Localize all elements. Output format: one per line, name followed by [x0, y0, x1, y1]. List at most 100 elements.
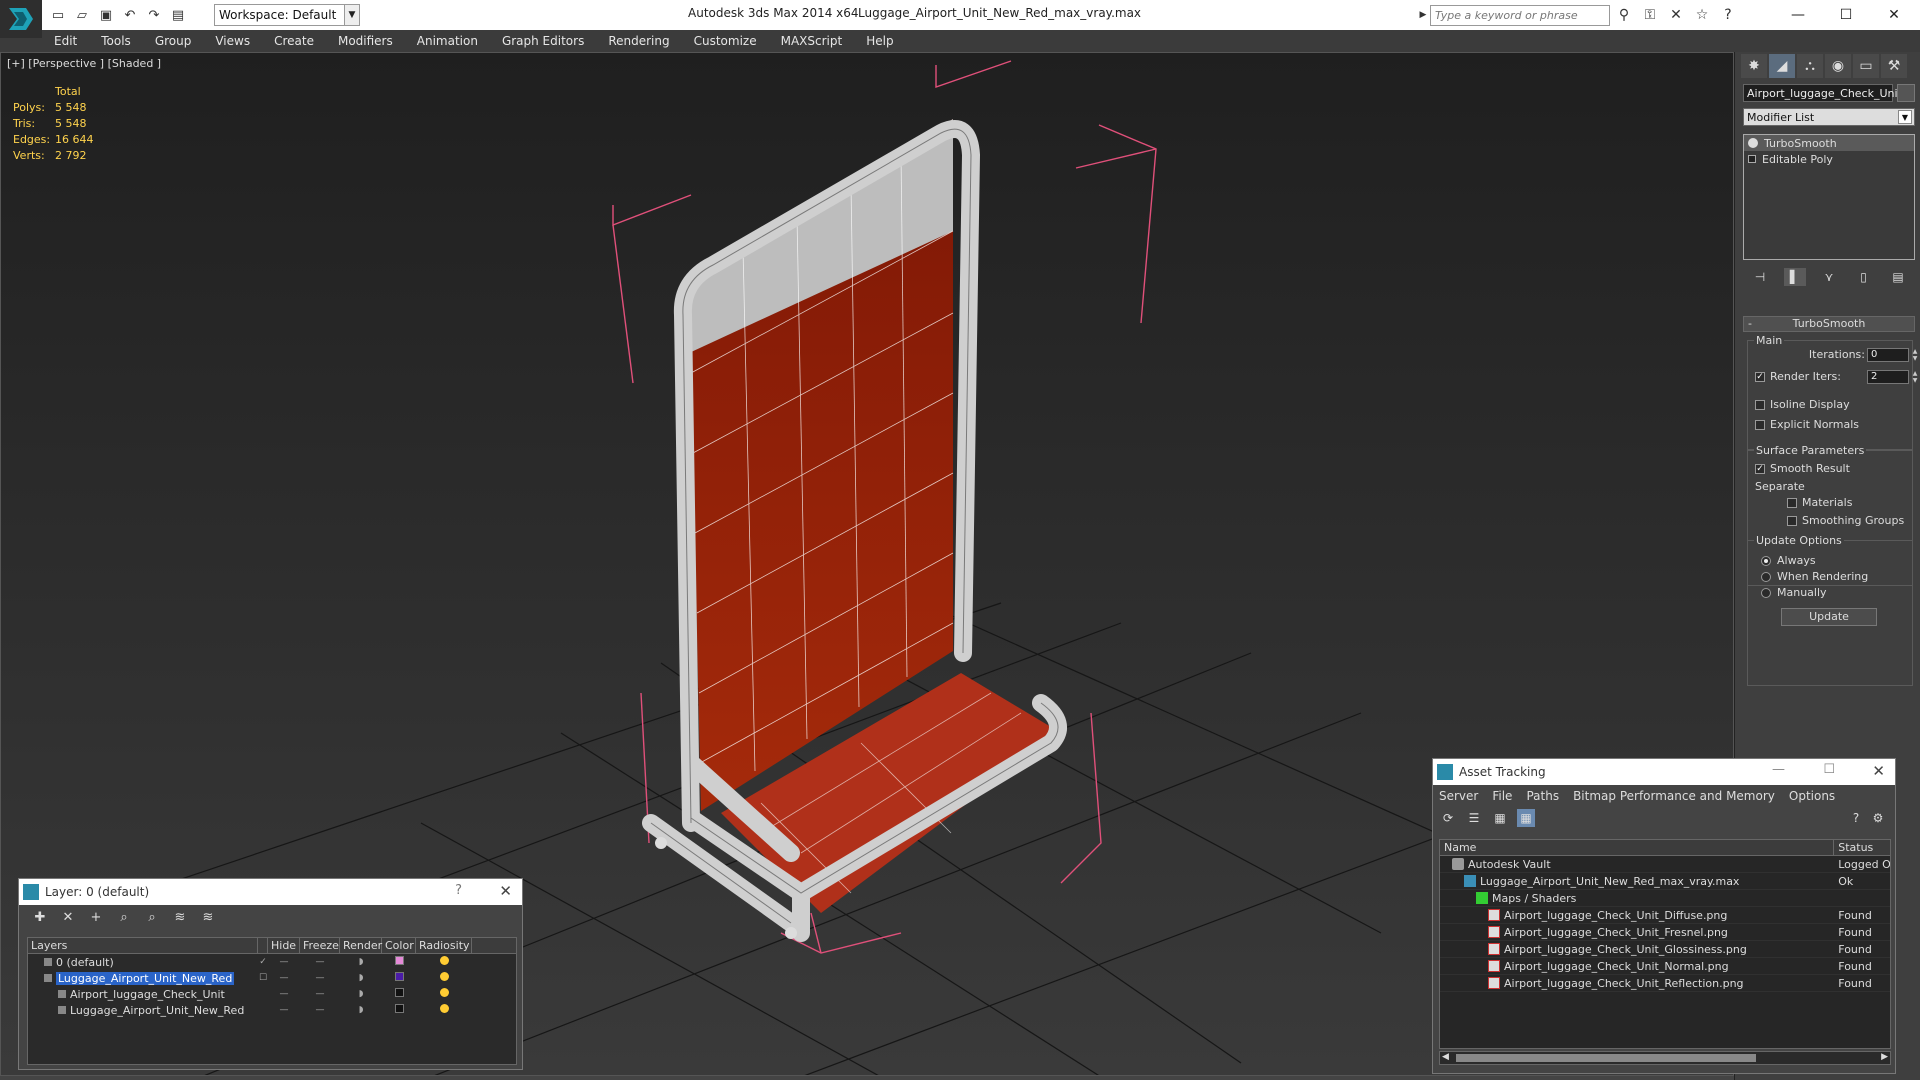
minimize-icon[interactable]: — [1774, 0, 1822, 30]
layer-row[interactable]: Luggage_Airport_Unit_New_Red — — ◗ [28, 1002, 516, 1018]
menu-item-group[interactable]: Group [143, 34, 204, 48]
expand-box-icon[interactable] [1748, 155, 1756, 163]
freeze-all-icon[interactable]: ≋ [199, 908, 217, 926]
column-header[interactable]: Radiosity [416, 938, 472, 953]
menu-item-rendering[interactable]: Rendering [596, 34, 681, 48]
render-teapot-icon[interactable]: ◗ [340, 973, 382, 983]
table-view-icon[interactable]: ▦ [1517, 809, 1535, 827]
display-tab-icon[interactable]: ▭ [1853, 54, 1879, 78]
layer-name-cell[interactable]: Airport_luggage_Check_Unit [28, 988, 258, 1001]
highlight-layer-icon[interactable]: ⌕ [143, 908, 161, 926]
modify-tab-icon[interactable]: ◢ [1769, 54, 1795, 78]
radiosity-bulb-icon[interactable] [416, 972, 472, 984]
asset-row[interactable]: Airport_luggage_Check_Unit_Diffuse.png Fo… [1440, 907, 1890, 924]
menu-item-edit[interactable]: Edit [42, 34, 89, 48]
binoculars-icon[interactable]: ⚲ [1614, 5, 1634, 25]
asset-row[interactable]: Airport_luggage_Check_Unit_Glossiness.pn… [1440, 941, 1890, 958]
asset-menu-item-file[interactable]: File [1492, 789, 1512, 803]
stack-item-editable-poly[interactable]: Editable Poly [1744, 151, 1914, 167]
render-iters-spinner[interactable]: 2 [1867, 370, 1909, 384]
subscription-icon[interactable]: ⚿ [1640, 5, 1660, 25]
open-file-icon[interactable]: ▱ [72, 5, 92, 25]
menu-item-maxscript[interactable]: MAXScript [769, 34, 855, 48]
menu-item-graph-editors[interactable]: Graph Editors [490, 34, 596, 48]
render-teapot-icon[interactable]: ◗ [340, 1005, 382, 1015]
update-rendering-radio[interactable] [1761, 571, 1771, 582]
maximize-icon[interactable]: ☐ [1822, 0, 1870, 30]
motion-tab-icon[interactable]: ◉ [1825, 54, 1851, 78]
menu-item-tools[interactable]: Tools [89, 34, 143, 48]
communication-icon[interactable]: ✕ [1666, 5, 1686, 25]
thumbnail-view-icon[interactable]: ▦ [1491, 809, 1509, 827]
column-header[interactable]: Freeze [300, 938, 340, 953]
undo-icon[interactable]: ↶ [120, 5, 140, 25]
menu-item-create[interactable]: Create [262, 34, 326, 48]
asset-menu-item-options[interactable]: Options [1789, 789, 1835, 803]
update-manually-radio[interactable] [1761, 587, 1771, 598]
asset-row[interactable]: Autodesk Vault Logged Out [1440, 856, 1890, 873]
modifier-list-dropdown[interactable]: Modifier List ▼ [1743, 108, 1915, 126]
pin-stack-icon[interactable]: ⊣ [1749, 268, 1771, 286]
list-view-icon[interactable]: ☰ [1465, 809, 1483, 827]
materials-checkbox[interactable] [1787, 497, 1797, 508]
freeze-toggle-icon[interactable]: — [300, 957, 340, 967]
asset-row[interactable]: Luggage_Airport_Unit_New_Red_max_vray.ma… [1440, 873, 1890, 890]
hierarchy-tab-icon[interactable]: ⛬ [1797, 54, 1823, 78]
freeze-toggle-icon[interactable]: — [300, 1005, 340, 1015]
column-header[interactable]: Name [1440, 840, 1835, 855]
radiosity-bulb-icon[interactable] [416, 1004, 472, 1016]
render-teapot-icon[interactable]: ◗ [340, 957, 382, 967]
layer-color-swatch[interactable] [382, 988, 416, 1000]
save-file-icon[interactable]: ▣ [96, 5, 116, 25]
settings-icon[interactable]: ⚙ [1869, 809, 1887, 827]
layer-row[interactable]: Luggage_Airport_Unit_New_Red ☐ — — ◗ [28, 970, 516, 986]
horizontal-scrollbar[interactable]: ◀ ▶ [1439, 1051, 1891, 1065]
layer-color-swatch[interactable] [382, 972, 416, 984]
render-teapot-icon[interactable]: ◗ [340, 989, 382, 999]
object-name-field[interactable]: Airport_luggage_Check_Unit [1743, 84, 1902, 102]
maximize-icon[interactable]: ☐ [1823, 762, 1835, 777]
stack-item-turbosmooth[interactable]: TurboSmooth [1744, 135, 1914, 151]
scroll-right-icon[interactable]: ▶ [1881, 1052, 1888, 1062]
configure-modifier-sets-icon[interactable]: ▤ [1887, 268, 1909, 286]
freeze-toggle-icon[interactable]: — [300, 973, 340, 983]
menu-item-help[interactable]: Help [854, 34, 905, 48]
minimize-icon[interactable]: — [1772, 762, 1785, 777]
spinner-arrows-icon[interactable]: ▲ ▼ [1911, 348, 1919, 362]
close-icon[interactable]: ✕ [1872, 762, 1885, 780]
infocenter-search-input[interactable]: Type a keyword or phrase [1430, 5, 1610, 26]
hide-toggle-icon[interactable]: — [268, 989, 300, 999]
smoothing-groups-checkbox[interactable] [1787, 515, 1797, 526]
iterations-spinner[interactable]: 0 [1867, 348, 1909, 362]
hide-toggle-icon[interactable]: — [268, 973, 300, 983]
current-layer-marker[interactable]: ☐ [258, 973, 268, 983]
menu-item-customize[interactable]: Customize [682, 34, 769, 48]
asset-menu-item-server[interactable]: Server [1439, 789, 1478, 803]
asset-row[interactable]: Airport_luggage_Check_Unit_Reflection.pn… [1440, 975, 1890, 992]
refresh-icon[interactable]: ⟳ [1439, 809, 1457, 827]
asset-row[interactable]: Maps / Shaders [1440, 890, 1890, 907]
make-unique-icon[interactable]: ⋎ [1818, 268, 1840, 286]
smooth-result-checkbox[interactable]: ✓ [1755, 463, 1765, 474]
scroll-left-icon[interactable]: ◀ [1442, 1052, 1449, 1062]
column-header[interactable]: Hide [268, 938, 300, 953]
layer-row[interactable]: Airport_luggage_Check_Unit — — ◗ [28, 986, 516, 1002]
asset-menu-item-bitmap-performance-and-memory[interactable]: Bitmap Performance and Memory [1573, 789, 1775, 803]
project-folder-icon[interactable]: ▤ [168, 5, 188, 25]
column-header[interactable]: Layers [28, 938, 258, 953]
layer-color-swatch[interactable] [382, 956, 416, 968]
isoline-display-checkbox[interactable] [1755, 399, 1765, 410]
layer-name-cell[interactable]: Luggage_Airport_Unit_New_Red [28, 1004, 258, 1017]
new-file-icon[interactable]: ▭ [48, 5, 68, 25]
layer-dialog-titlebar[interactable]: Layer: 0 (default) ? ✕ [19, 879, 522, 905]
hide-all-icon[interactable]: ≋ [171, 908, 189, 926]
favorites-star-icon[interactable]: ☆ [1692, 5, 1712, 25]
utilities-tab-icon[interactable]: ⚒ [1881, 54, 1907, 78]
layer-row[interactable]: 0 (default) ✓ — — ◗ [28, 954, 516, 970]
close-icon[interactable]: ✕ [499, 882, 512, 900]
select-objects-icon[interactable]: ⌕ [115, 908, 133, 926]
menu-item-modifiers[interactable]: Modifiers [326, 34, 405, 48]
turbosmooth-rollout-header[interactable]: - TurboSmooth [1743, 316, 1915, 332]
help-icon[interactable]: ? [455, 883, 462, 898]
radiosity-bulb-icon[interactable] [416, 988, 472, 1000]
